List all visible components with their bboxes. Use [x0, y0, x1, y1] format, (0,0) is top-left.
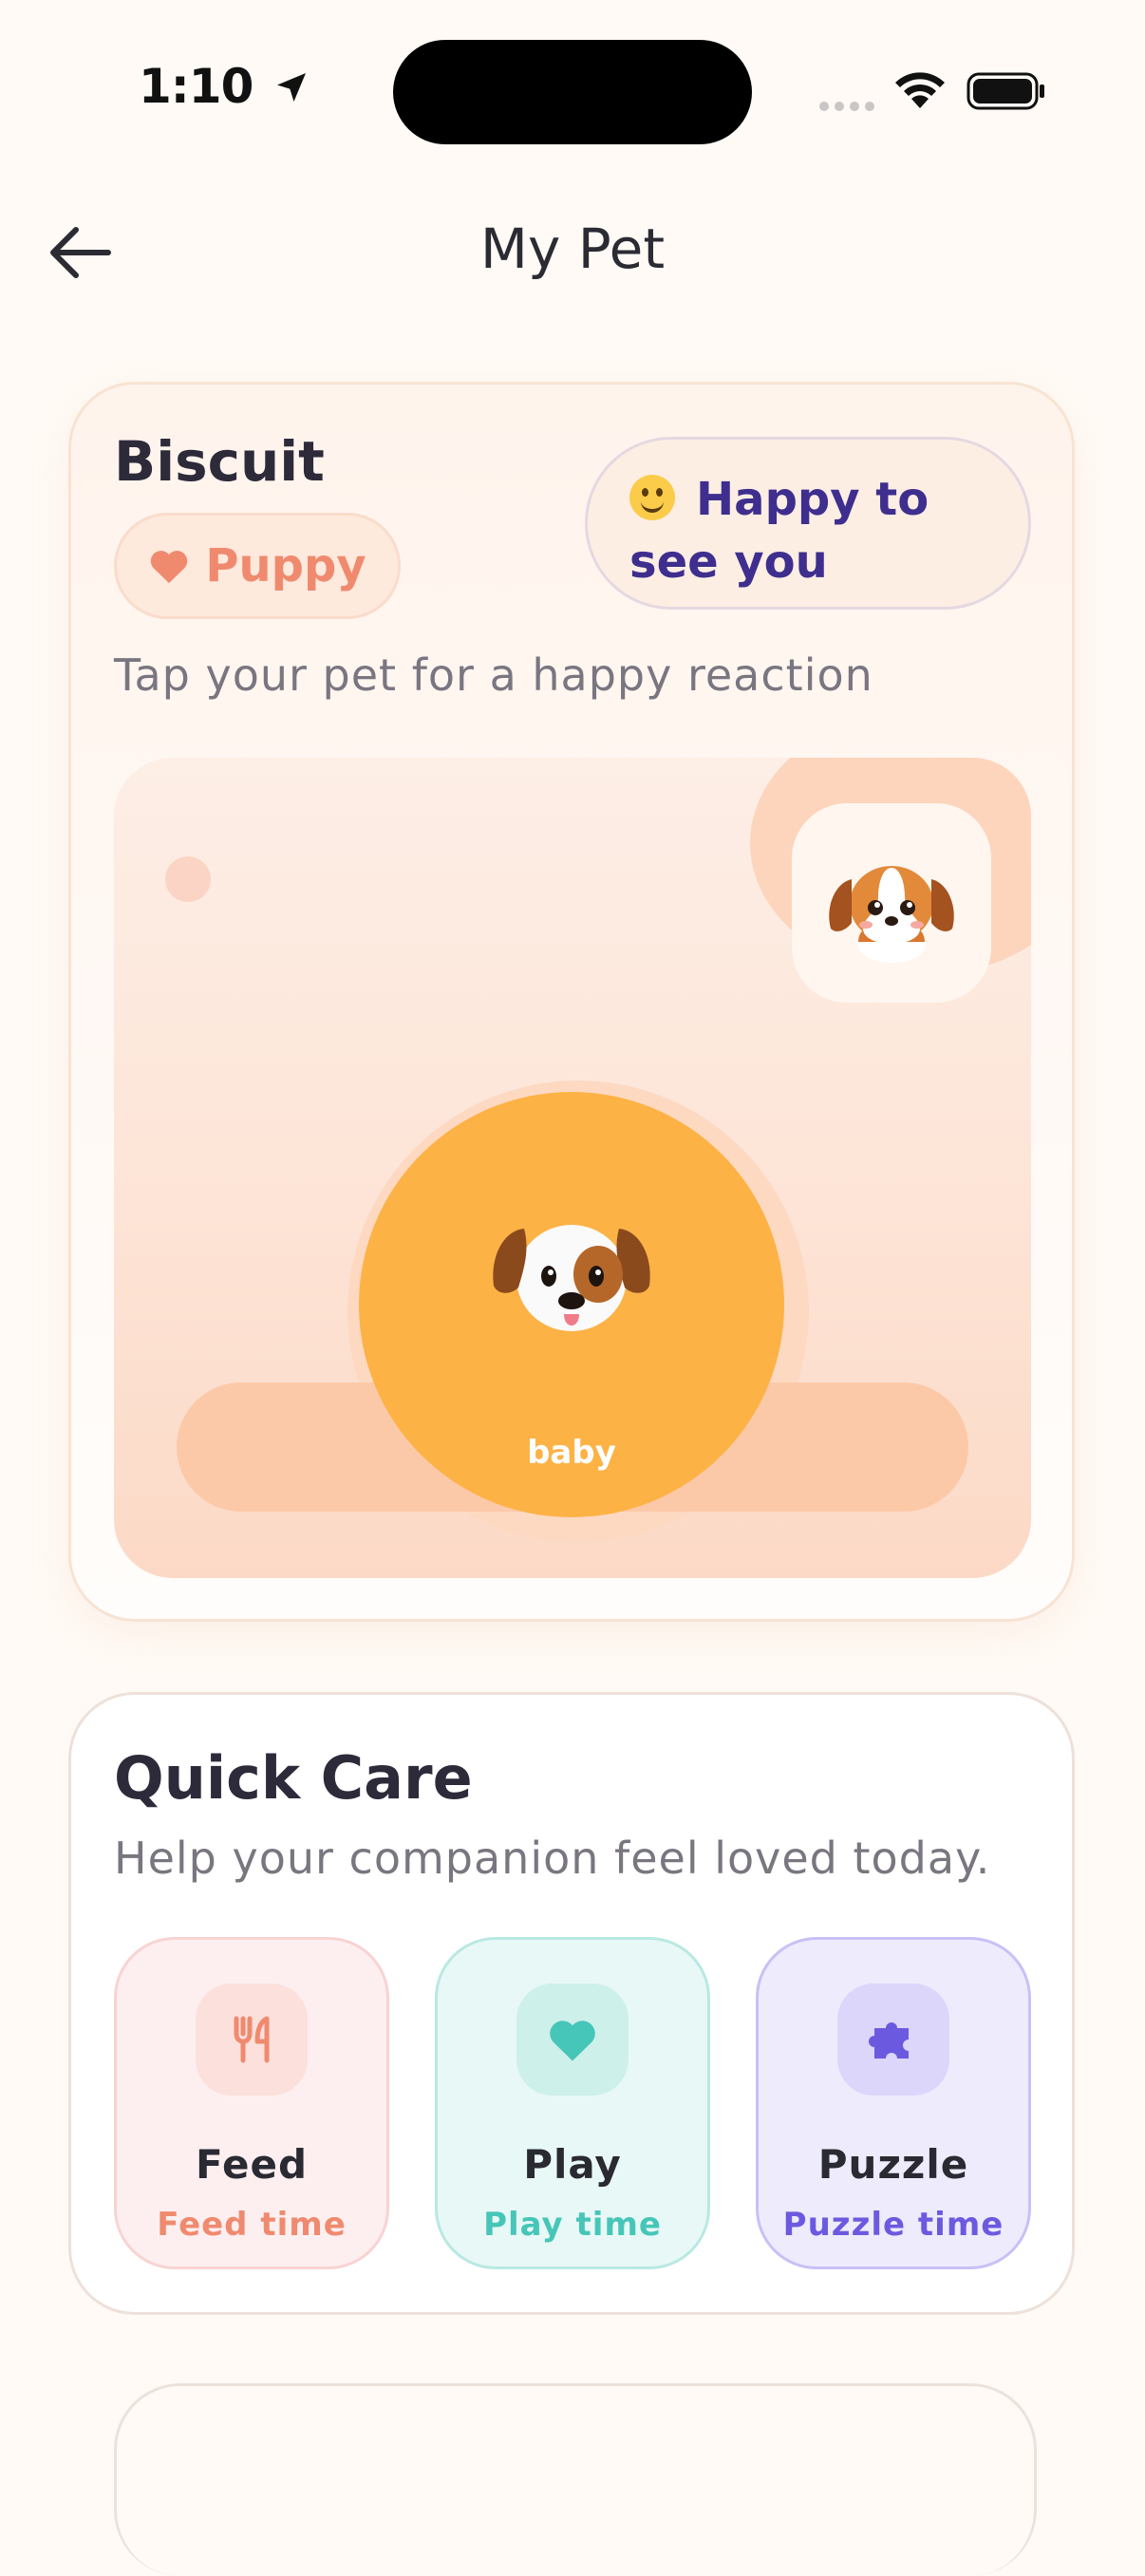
puppy-avatar-icon: [829, 866, 954, 963]
pet-stage-label: baby: [527, 1434, 616, 1472]
status-time: 1:10: [139, 59, 310, 114]
puzzle-icon: [837, 1984, 949, 2096]
tap-hint: Tap your pet for a happy reaction: [114, 649, 873, 701]
pet-name: Biscuit: [114, 429, 325, 494]
play-button[interactable]: Play Play time: [435, 1937, 710, 2269]
mood-badge: Happy to see you: [585, 437, 1031, 610]
page-title: My Pet: [479, 216, 666, 281]
smiling-face-icon: [629, 475, 675, 520]
play-caption: Play time: [483, 2206, 662, 2244]
quick-care-subtitle: Help your companion feel loved today.: [114, 1833, 991, 1884]
location-arrow-icon: [276, 73, 306, 102]
puzzle-button[interactable]: Puzzle Puzzle time: [756, 1937, 1031, 2269]
pet-stage[interactable]: baby: [114, 758, 1031, 1578]
feed-button[interactable]: Feed Feed time: [114, 1937, 389, 2269]
quick-care-title: Quick Care: [114, 1743, 473, 1813]
wifi-icon: [892, 68, 948, 114]
utensils-icon: [196, 1984, 308, 2096]
dynamic-island: [393, 40, 752, 144]
puzzle-label: Puzzle: [817, 2141, 969, 2188]
decorative-dot: [165, 856, 211, 902]
play-label: Play: [523, 2141, 622, 2188]
battery-icon: [967, 72, 1046, 114]
pet-type-badge: Puppy: [114, 513, 401, 619]
heart-icon: [151, 551, 188, 584]
heart-icon: [516, 1984, 629, 2096]
pet-orb[interactable]: baby: [359, 1092, 784, 1517]
pet-avatar-thumbnail[interactable]: [792, 803, 991, 1003]
cellular-signal-icon: [818, 99, 877, 117]
feed-caption: Feed time: [157, 2206, 347, 2244]
dog-face-icon: [493, 1225, 650, 1331]
next-section-card: [114, 2383, 1037, 2576]
feed-label: Feed: [195, 2141, 309, 2188]
puzzle-caption: Puzzle time: [782, 2206, 1004, 2244]
